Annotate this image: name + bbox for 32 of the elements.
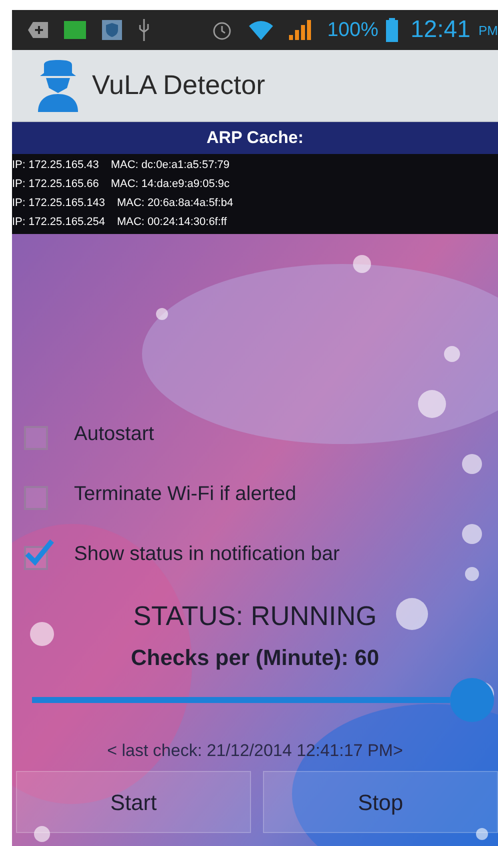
last-check: < last check: 21/12/2014 12:41:17 PM>	[106, 740, 404, 762]
checks-per-minute: Checks per (Minute): 60	[130, 644, 380, 672]
wifi-icon	[249, 20, 274, 40]
square-icon	[64, 21, 86, 39]
checkbox-label: Autostart	[74, 422, 154, 447]
checkbox-label: Terminate Wi-Fi if alerted	[74, 482, 296, 507]
mac-address: MAC: 00:24:14:30:6f:ff	[116, 215, 227, 230]
app-title: VuLA Detector	[92, 69, 266, 102]
arp-cache-header: ARP Cache:	[12, 122, 498, 154]
checkbox[interactable]	[24, 538, 54, 570]
mac-address: MAC: 20:6a:8a:4a:5f:b4	[116, 196, 234, 212]
signal-icon	[289, 20, 312, 40]
usb-icon	[138, 19, 150, 41]
shield-icon	[102, 20, 122, 40]
ip-address: IP: 172.25.165.254	[12, 215, 105, 230]
action-button[interactable]: Stop	[263, 771, 498, 833]
checkbox-label: Show status in notification bar	[74, 542, 340, 567]
action-button[interactable]: Start	[16, 771, 251, 833]
battery-level: 100%	[327, 18, 378, 43]
mac-address: MAC: 14:da:e9:a9:05:9c	[110, 177, 230, 192]
mac-address: MAC: dc:0e:a1:a5:57:79	[110, 158, 230, 174]
notification-icon	[28, 22, 48, 38]
clock-period: PM	[478, 22, 498, 40]
battery-icon	[386, 18, 398, 42]
status-text: STATUS: RUNNING	[132, 600, 378, 633]
clock: 12:41	[410, 15, 470, 45]
ip-address: IP: 172.25.165.143	[12, 196, 105, 212]
ip-address: IP: 172.25.165.43	[12, 158, 99, 174]
check-icon	[24, 538, 54, 568]
spy-icon	[36, 60, 80, 112]
slider[interactable]	[32, 678, 494, 722]
ip-address: IP: 172.25.165.66	[12, 177, 99, 192]
